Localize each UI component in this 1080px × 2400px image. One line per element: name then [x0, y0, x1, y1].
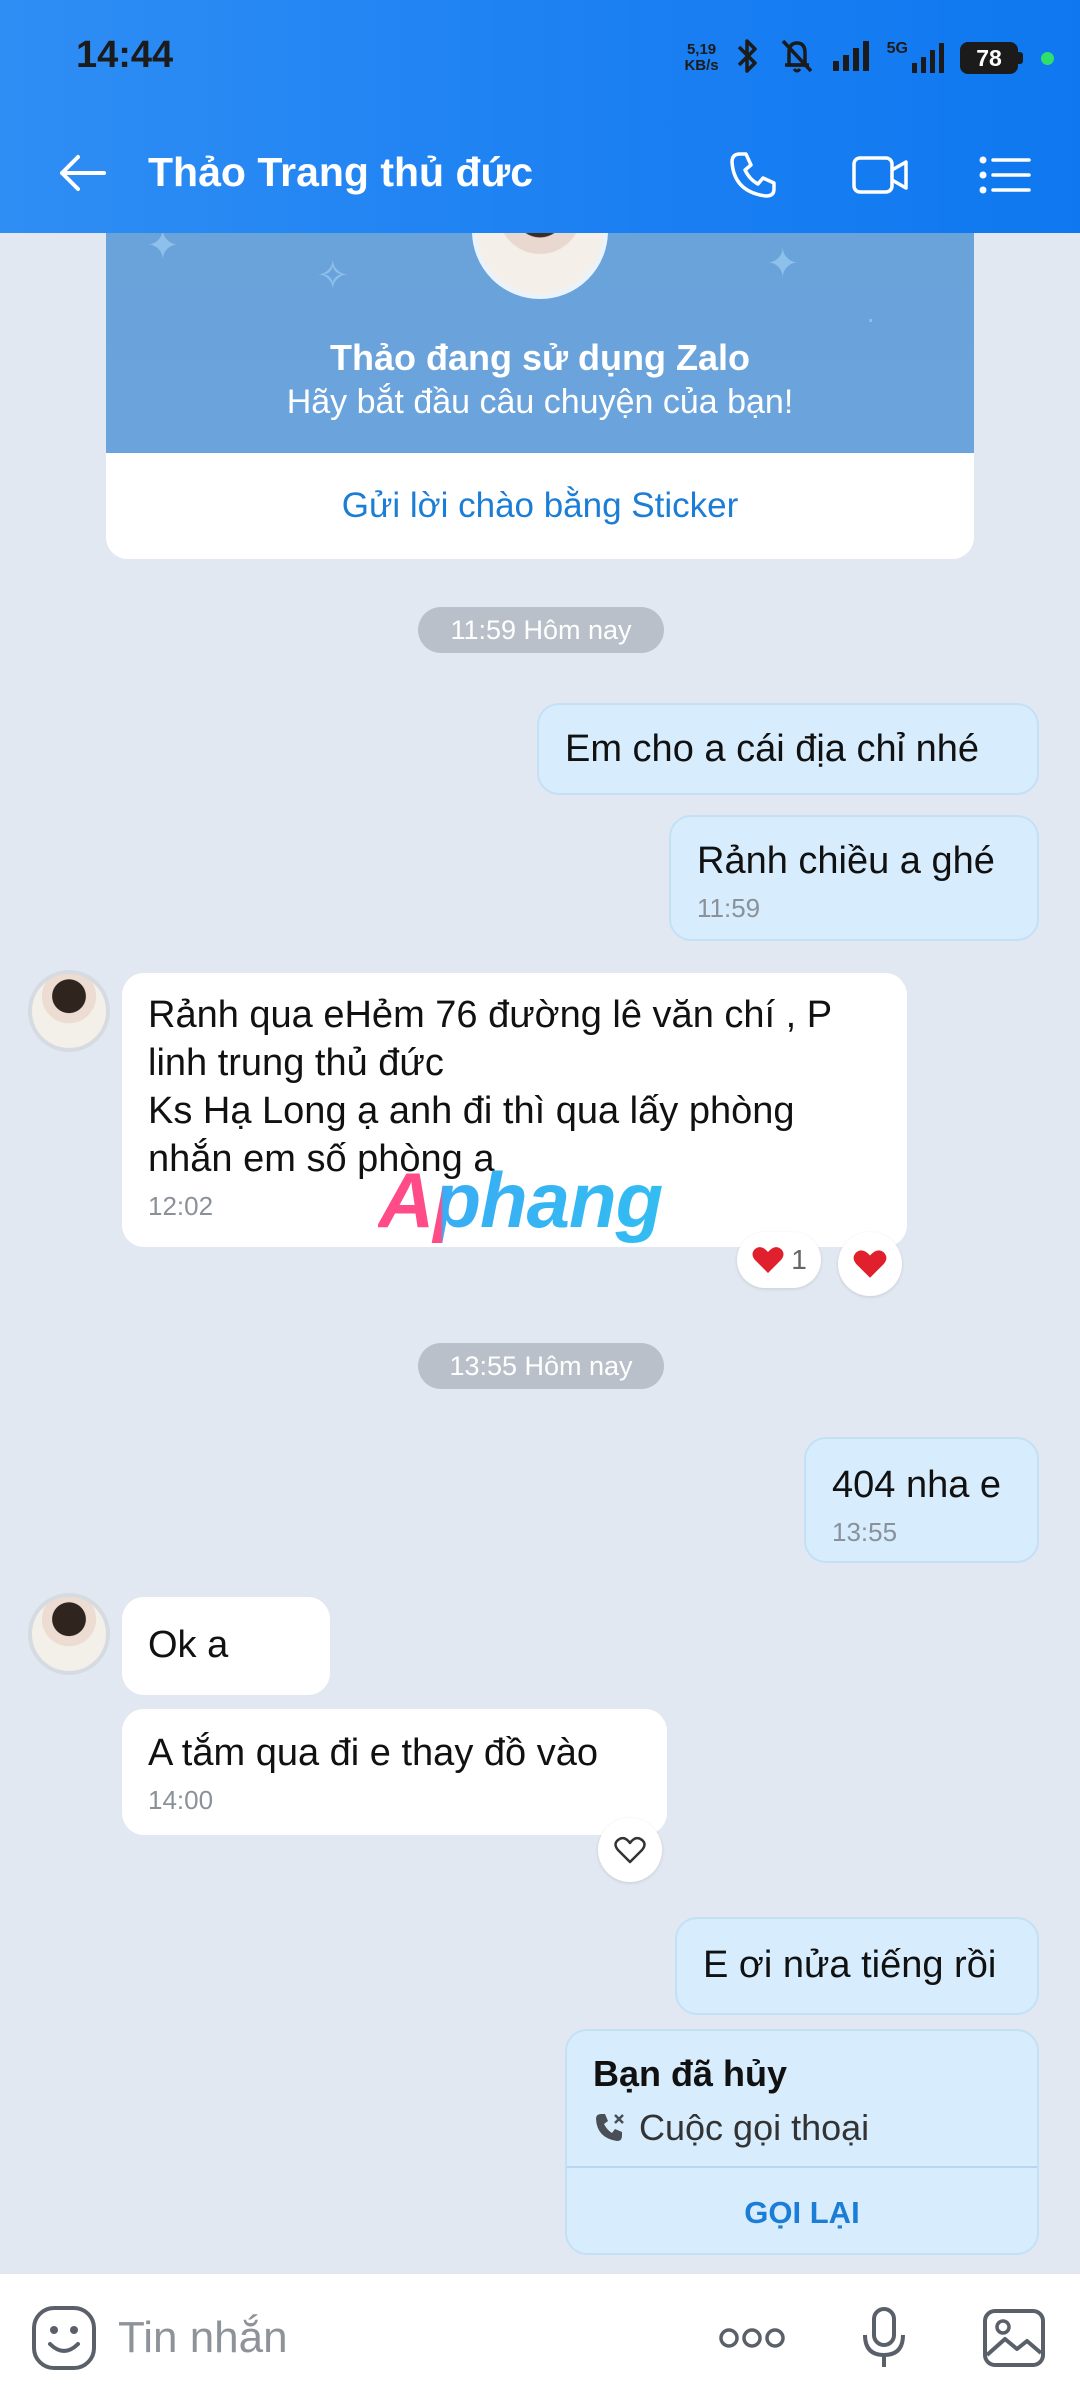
more-button[interactable]	[712, 2298, 792, 2378]
network-type-label: 5G	[886, 40, 908, 57]
message-list[interactable]: ✦ ✧ ✦ · Thảo đang sử dụng Zalo Hãy bắt đ…	[0, 233, 1080, 2273]
profile-subtitle: Hãy bắt đầu câu chuyện của bạn!	[286, 383, 794, 421]
react-button[interactable]	[838, 1232, 902, 1296]
message-time: 14:00	[148, 1785, 214, 1815]
status-icons: 5,19 KB/s 5G 78	[684, 36, 1054, 80]
network-speed: 5,19 KB/s	[684, 42, 718, 74]
menu-list-icon	[979, 156, 1031, 194]
image-icon	[983, 2309, 1045, 2367]
message-text: 404 nha e	[832, 1464, 1002, 1506]
time-divider: 11:59 Hôm nay	[418, 607, 664, 653]
sticker-icon	[32, 2306, 96, 2370]
privacy-indicator-dot	[1041, 51, 1054, 65]
message-text: Rảnh qua eHẻm 76 đường lê văn chí , P li…	[148, 994, 832, 1180]
voice-record-button[interactable]	[844, 2298, 924, 2378]
outgoing-message[interactable]: Em cho a cái địa chỉ nhé	[537, 703, 1039, 795]
image-picker-button[interactable]	[974, 2298, 1054, 2378]
star-decoration: ✦	[146, 233, 180, 268]
star-decoration: ·	[866, 303, 876, 334]
cancelled-call-card[interactable]: Bạn đã hủy Cuộc gọi thoại GỌI LẠI	[565, 2029, 1039, 2255]
microphone-icon	[863, 2307, 905, 2367]
outgoing-message[interactable]: Rảnh chiều a ghé 11:59	[669, 815, 1039, 941]
message-time: 12:02	[148, 1191, 214, 1221]
chat-menu-button[interactable]	[970, 140, 1040, 210]
heart-outline-icon	[614, 1836, 646, 1864]
heart-filled-icon	[853, 1250, 887, 1278]
battery-icon: 78	[960, 42, 1023, 74]
video-call-button[interactable]	[845, 140, 915, 210]
network-speed-value: 5,19	[686, 41, 717, 58]
incoming-message[interactable]: Ok a	[122, 1597, 330, 1695]
more-icon	[719, 2328, 785, 2348]
chat-header: 14:44 5,19 KB/s 5G 78 Thảo Trang thủ đức	[0, 0, 1080, 233]
send-sticker-greeting-link[interactable]: Gửi lời chào bằng Sticker	[106, 453, 974, 559]
signal-5g-icon: 5G	[887, 41, 946, 75]
network-speed-unit: KB/s	[684, 57, 719, 74]
message-text: Em cho a cái địa chỉ nhé	[565, 728, 980, 770]
sticker-button[interactable]	[30, 2304, 98, 2372]
profile-avatar[interactable]	[472, 233, 608, 299]
time-divider: 13:55 Hôm nay	[418, 1343, 664, 1389]
message-text: E ơi nửa tiếng rồi	[703, 1944, 997, 1986]
message-input[interactable]	[118, 2306, 678, 2370]
star-decoration: ✧	[316, 254, 350, 298]
outgoing-message[interactable]: 404 nha e 13:55	[804, 1437, 1039, 1563]
chat-title[interactable]: Thảo Trang thủ đức	[148, 149, 533, 196]
signal-icon	[831, 39, 873, 78]
message-text: Rảnh chiều a ghé	[697, 840, 995, 882]
incoming-message[interactable]: Rảnh qua eHẻm 76 đường lê văn chí , P li…	[122, 973, 907, 1247]
reaction-count: 1	[791, 1244, 807, 1275]
bluetooth-icon	[733, 37, 763, 80]
call-type-label: Cuộc gọi thoại	[639, 2107, 870, 2148]
phone-icon	[730, 152, 776, 198]
call-back-button[interactable]: GỌI LẠI	[567, 2168, 1037, 2253]
video-call-icon	[852, 156, 908, 194]
status-time: 14:44	[76, 34, 174, 76]
message-composer	[0, 2273, 1080, 2400]
outgoing-message[interactable]: E ơi nửa tiếng rồi	[675, 1917, 1039, 2015]
star-decoration: ✦	[766, 242, 800, 286]
back-button[interactable]	[52, 143, 112, 203]
profile-intro-card: ✦ ✧ ✦ · Thảo đang sử dụng Zalo Hãy bắt đ…	[106, 233, 974, 559]
message-text: A tắm qua đi e thay đồ vào	[148, 1732, 598, 1774]
message-time: 11:59	[697, 893, 761, 923]
back-arrow-icon	[60, 155, 106, 191]
voice-call-button[interactable]	[718, 140, 788, 210]
message-text: Ok a	[148, 1624, 229, 1666]
app-bar: Thảo Trang thủ đức	[0, 115, 1080, 233]
status-bar: 14:44 5,19 KB/s 5G 78	[0, 0, 1080, 115]
heart-filled-icon	[752, 1247, 784, 1273]
contact-avatar[interactable]	[28, 1593, 110, 1675]
battery-level: 78	[960, 42, 1018, 74]
contact-avatar[interactable]	[28, 970, 110, 1052]
call-type: Cuộc gọi thoại	[593, 2107, 869, 2149]
reaction-summary[interactable]: 1	[737, 1232, 821, 1288]
profile-name-line: Thảo đang sử dụng Zalo	[329, 337, 751, 378]
missed-call-icon	[596, 2114, 624, 2141]
message-time: 13:55	[832, 1517, 898, 1547]
react-button[interactable]	[598, 1818, 662, 1882]
profile-banner: ✦ ✧ ✦ · Thảo đang sử dụng Zalo Hãy bắt đ…	[106, 233, 974, 453]
call-status-title: Bạn đã hủy	[593, 2053, 788, 2094]
mute-icon	[777, 37, 817, 80]
incoming-message[interactable]: A tắm qua đi e thay đồ vào 14:00	[122, 1709, 667, 1835]
